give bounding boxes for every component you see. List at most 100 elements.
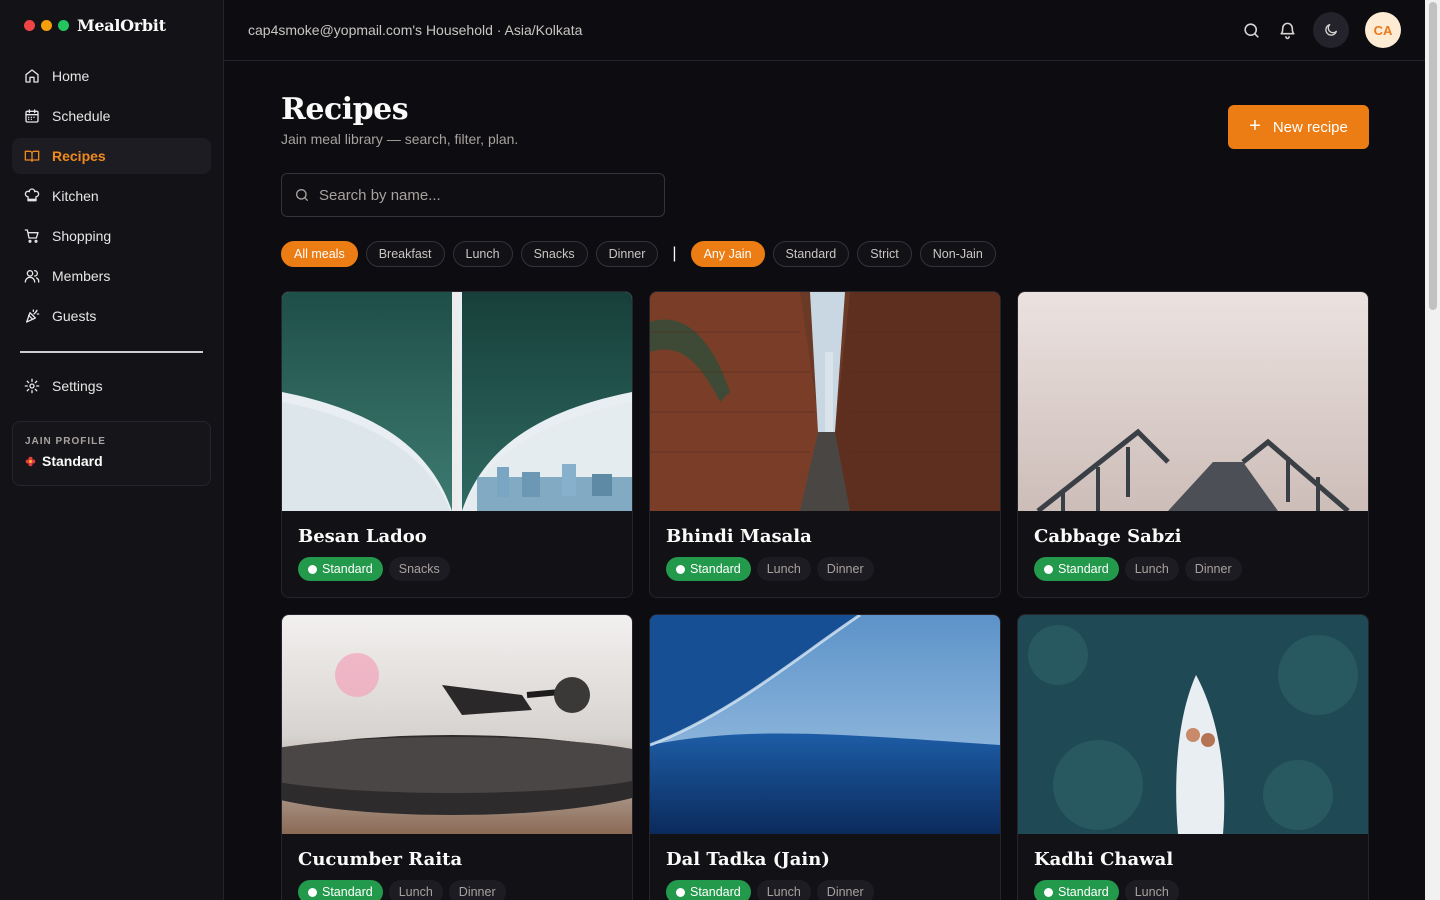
brand-dot-yellow [41, 20, 52, 31]
filter-chip-any-jain[interactable]: Any Jain [690, 241, 765, 267]
meal-tag: Lunch [1124, 557, 1179, 581]
meal-tag: Dinner [816, 880, 874, 900]
status-dot-icon [676, 564, 685, 574]
flower-icon [25, 456, 36, 466]
filter-chip-non-jain[interactable]: Non-Jain [919, 241, 996, 267]
sidebar-item-settings[interactable]: Settings [12, 368, 211, 404]
meal-tag: Lunch [1124, 880, 1179, 900]
recipe-card[interactable]: Cucumber Raita Standard Lunch Dinner [281, 614, 633, 900]
recipe-card[interactable]: Besan Ladoo Standard Snacks [281, 291, 633, 598]
brand-dot-green [58, 20, 69, 31]
badge-label: Standard [1058, 562, 1109, 576]
recipe-card[interactable]: Cabbage Sabzi Standard Lunch Dinner [1017, 291, 1369, 598]
recipe-title: Dal Tadka (Jain) [666, 849, 830, 870]
badge-label: Standard [1058, 885, 1109, 899]
search-box [281, 173, 665, 217]
filter-chip-all-meals[interactable]: All meals [281, 241, 358, 267]
moon-icon [1325, 24, 1337, 36]
cart-icon [24, 229, 39, 243]
status-dot-icon [308, 887, 317, 897]
topbar: cap4smoke@yopmail.com's Household · Asia… [224, 0, 1425, 61]
recipe-tags: Standard Snacks [298, 557, 450, 581]
gear-icon [24, 378, 40, 394]
badge-label: Standard [322, 562, 373, 576]
sidebar-item-schedule[interactable]: Schedule [12, 98, 211, 134]
avatar[interactable]: CA [1365, 12, 1401, 48]
sidebar-item-shopping[interactable]: Shopping [12, 218, 211, 254]
filter-separator: | [672, 245, 677, 262]
filter-chip-standard[interactable]: Standard [772, 241, 850, 267]
recipe-image [1018, 292, 1368, 511]
recipe-title: Besan Ladoo [298, 526, 427, 547]
new-recipe-label: New recipe [1272, 118, 1348, 136]
jain-level-badge: Standard [298, 557, 383, 581]
recipe-title: Cabbage Sabzi [1034, 526, 1182, 547]
recipe-tags: Standard Lunch Dinner [666, 880, 874, 900]
sidebar-nav: Home Schedule Recipes Kitchen Shopping M… [12, 58, 211, 338]
new-recipe-button[interactable]: + New recipe [1228, 105, 1369, 149]
brand-name: MealOrbit [77, 16, 166, 35]
jain-level-badge: Standard [1034, 880, 1119, 900]
profile-value: Standard [25, 453, 198, 469]
status-dot-icon [676, 887, 685, 897]
recipe-card[interactable]: Kadhi Chawal Standard Lunch [1017, 614, 1369, 900]
book-icon [24, 150, 40, 162]
notifications-button[interactable] [1276, 19, 1298, 41]
sidebar-item-label: Settings [52, 378, 103, 394]
sidebar-item-kitchen[interactable]: Kitchen [12, 178, 211, 214]
meal-tag: Snacks [388, 557, 450, 581]
filter-chip-snacks[interactable]: Snacks [520, 241, 588, 267]
users-icon [24, 270, 40, 283]
recipe-title: Bhindi Masala [666, 526, 812, 547]
recipe-image [1018, 615, 1368, 834]
recipe-title: Cucumber Raita [298, 849, 463, 870]
sidebar-item-recipes[interactable]: Recipes [12, 138, 211, 174]
recipe-tags: Standard Lunch Dinner [1034, 557, 1242, 581]
recipe-tags: Standard Lunch Dinner [298, 880, 506, 900]
jain-profile-card[interactable]: JAIN PROFILE Standard [12, 421, 211, 486]
sidebar-item-label: Home [52, 68, 90, 84]
search-input[interactable] [319, 186, 639, 204]
status-dot-icon [1044, 564, 1053, 574]
badge-label: Standard [322, 885, 373, 899]
recipe-tags: Standard Lunch [1034, 880, 1179, 900]
jain-level-badge: Standard [1034, 557, 1119, 581]
filter-chip-breakfast[interactable]: Breakfast [365, 241, 445, 267]
recipe-image [650, 292, 1000, 511]
household-label: cap4smoke@yopmail.com's Household · Asia… [248, 22, 583, 38]
meal-tag: Lunch [388, 880, 443, 900]
sidebar-item-members[interactable]: Members [12, 258, 211, 294]
filter-chip-strict[interactable]: Strict [857, 241, 912, 267]
meal-tag: Lunch [756, 880, 811, 900]
filter-chip-lunch[interactable]: Lunch [452, 241, 513, 267]
filter-bar: All meals Breakfast Lunch Snacks Dinner … [281, 241, 996, 267]
recipe-card[interactable]: Bhindi Masala Standard Lunch Dinner [649, 291, 1001, 598]
brand[interactable]: MealOrbit [24, 16, 166, 35]
meal-tag: Lunch [756, 557, 811, 581]
brand-dot-red [24, 20, 35, 31]
search-button[interactable] [1240, 19, 1262, 41]
search-icon [1243, 22, 1259, 38]
filter-chip-dinner[interactable]: Dinner [595, 241, 659, 267]
jain-level-badge: Standard [666, 557, 751, 581]
sidebar-item-label: Kitchen [52, 188, 99, 204]
theme-toggle-button[interactable] [1313, 12, 1349, 48]
calendar-icon [25, 109, 39, 123]
sidebar-item-label: Schedule [52, 108, 111, 124]
sidebar-item-label: Shopping [52, 228, 112, 244]
scrollbar-thumb[interactable] [1429, 2, 1437, 310]
status-dot-icon [1044, 887, 1053, 897]
badge-label: Standard [690, 885, 741, 899]
party-icon [26, 309, 40, 323]
sidebar-item-label: Guests [52, 308, 97, 324]
meal-tag: Dinner [448, 880, 506, 900]
recipe-card[interactable]: Dal Tadka (Jain) Standard Lunch Dinner [649, 614, 1001, 900]
recipe-tags: Standard Lunch Dinner [666, 557, 874, 581]
recipe-image [282, 292, 632, 511]
recipe-image [650, 615, 1000, 834]
home-icon [25, 69, 39, 83]
sidebar-item-guests[interactable]: Guests [12, 298, 211, 334]
jain-level-badge: Standard [666, 880, 751, 900]
recipe-image [282, 615, 632, 834]
sidebar-item-home[interactable]: Home [12, 58, 211, 94]
